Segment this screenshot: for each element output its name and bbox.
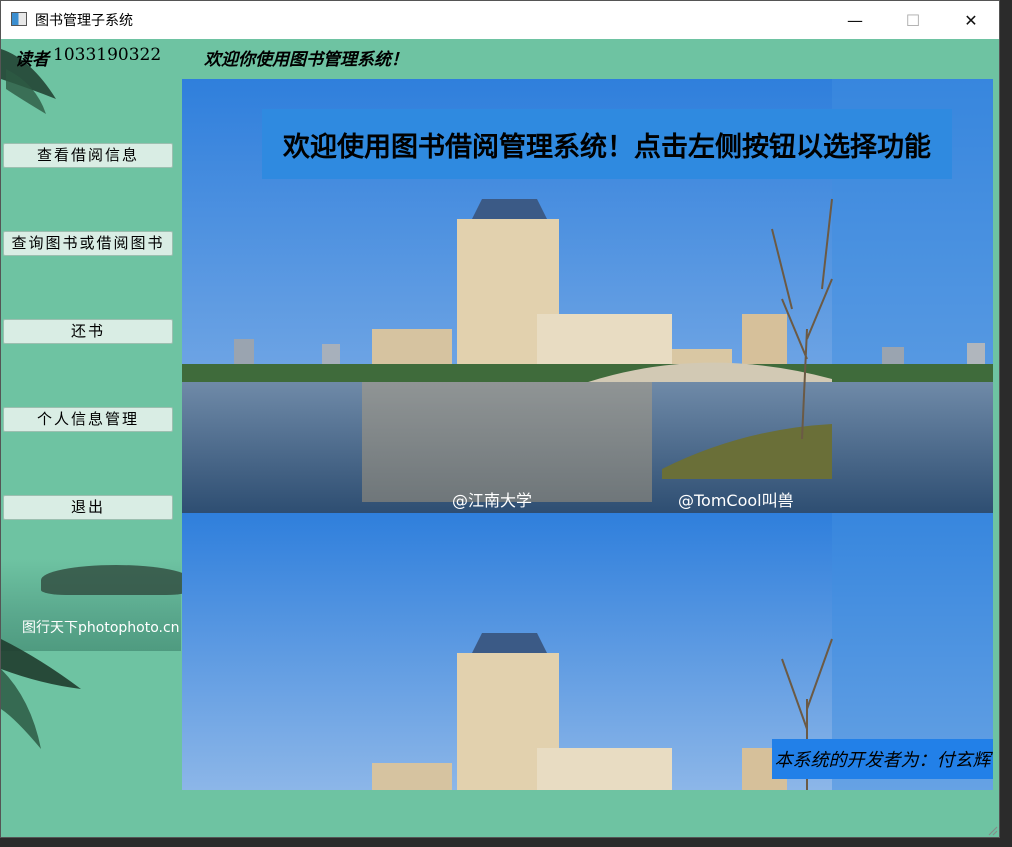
minimize-button[interactable]: — — [826, 1, 884, 39]
weibo-tag: @江南大学 — [452, 491, 533, 510]
maximize-button[interactable]: ☐ — [884, 1, 942, 39]
search-borrow-book-button[interactable]: 查询图书或借阅图书 — [3, 231, 173, 256]
weibo-tag: @TomCool叫兽 — [678, 491, 794, 510]
leaf-decoration-icon — [1, 639, 81, 749]
client-area: 图行天下photophoto.cn 读者 1033190322 欢迎你使用图书管… — [1, 39, 999, 837]
author-label: 读者 — [15, 50, 49, 70]
view-borrow-info-button[interactable]: 查看借阅信息 — [3, 143, 173, 168]
watermark-text: 图行天下photophoto.cn — [22, 620, 180, 636]
return-book-button[interactable]: 还书 — [3, 319, 173, 344]
app-window: 图书管理子系统 — ☐ ✕ 图行天下photophoto.cn 读者 10331… — [0, 0, 1000, 838]
campus-photo: 欢迎使用图书借阅管理系统！点击左侧按钮以选择功能 @江南大学 @TomCool叫… — [182, 79, 993, 790]
resize-grip-icon[interactable] — [988, 826, 998, 836]
campus-scene-image — [182, 79, 993, 790]
developer-note: 本系统的开发者为：付玄辉 — [772, 739, 993, 779]
ink-hill — [41, 565, 191, 595]
welcome-heading: 欢迎你使用图书管理系统！ — [204, 50, 408, 70]
window-title: 图书管理子系统 — [35, 13, 133, 29]
welcome-banner: 欢迎使用图书借阅管理系统！点击左侧按钮以选择功能 — [262, 109, 952, 179]
personal-info-button[interactable]: 个人信息管理 — [3, 407, 173, 432]
left-ink-painting — [1, 559, 191, 651]
title-bar[interactable]: 图书管理子系统 — ☐ ✕ — [1, 1, 999, 39]
exit-button[interactable]: 退出 — [3, 495, 173, 520]
author-id: 1033190322 — [53, 45, 162, 65]
close-button[interactable]: ✕ — [942, 1, 999, 39]
app-window-icon — [11, 12, 27, 26]
